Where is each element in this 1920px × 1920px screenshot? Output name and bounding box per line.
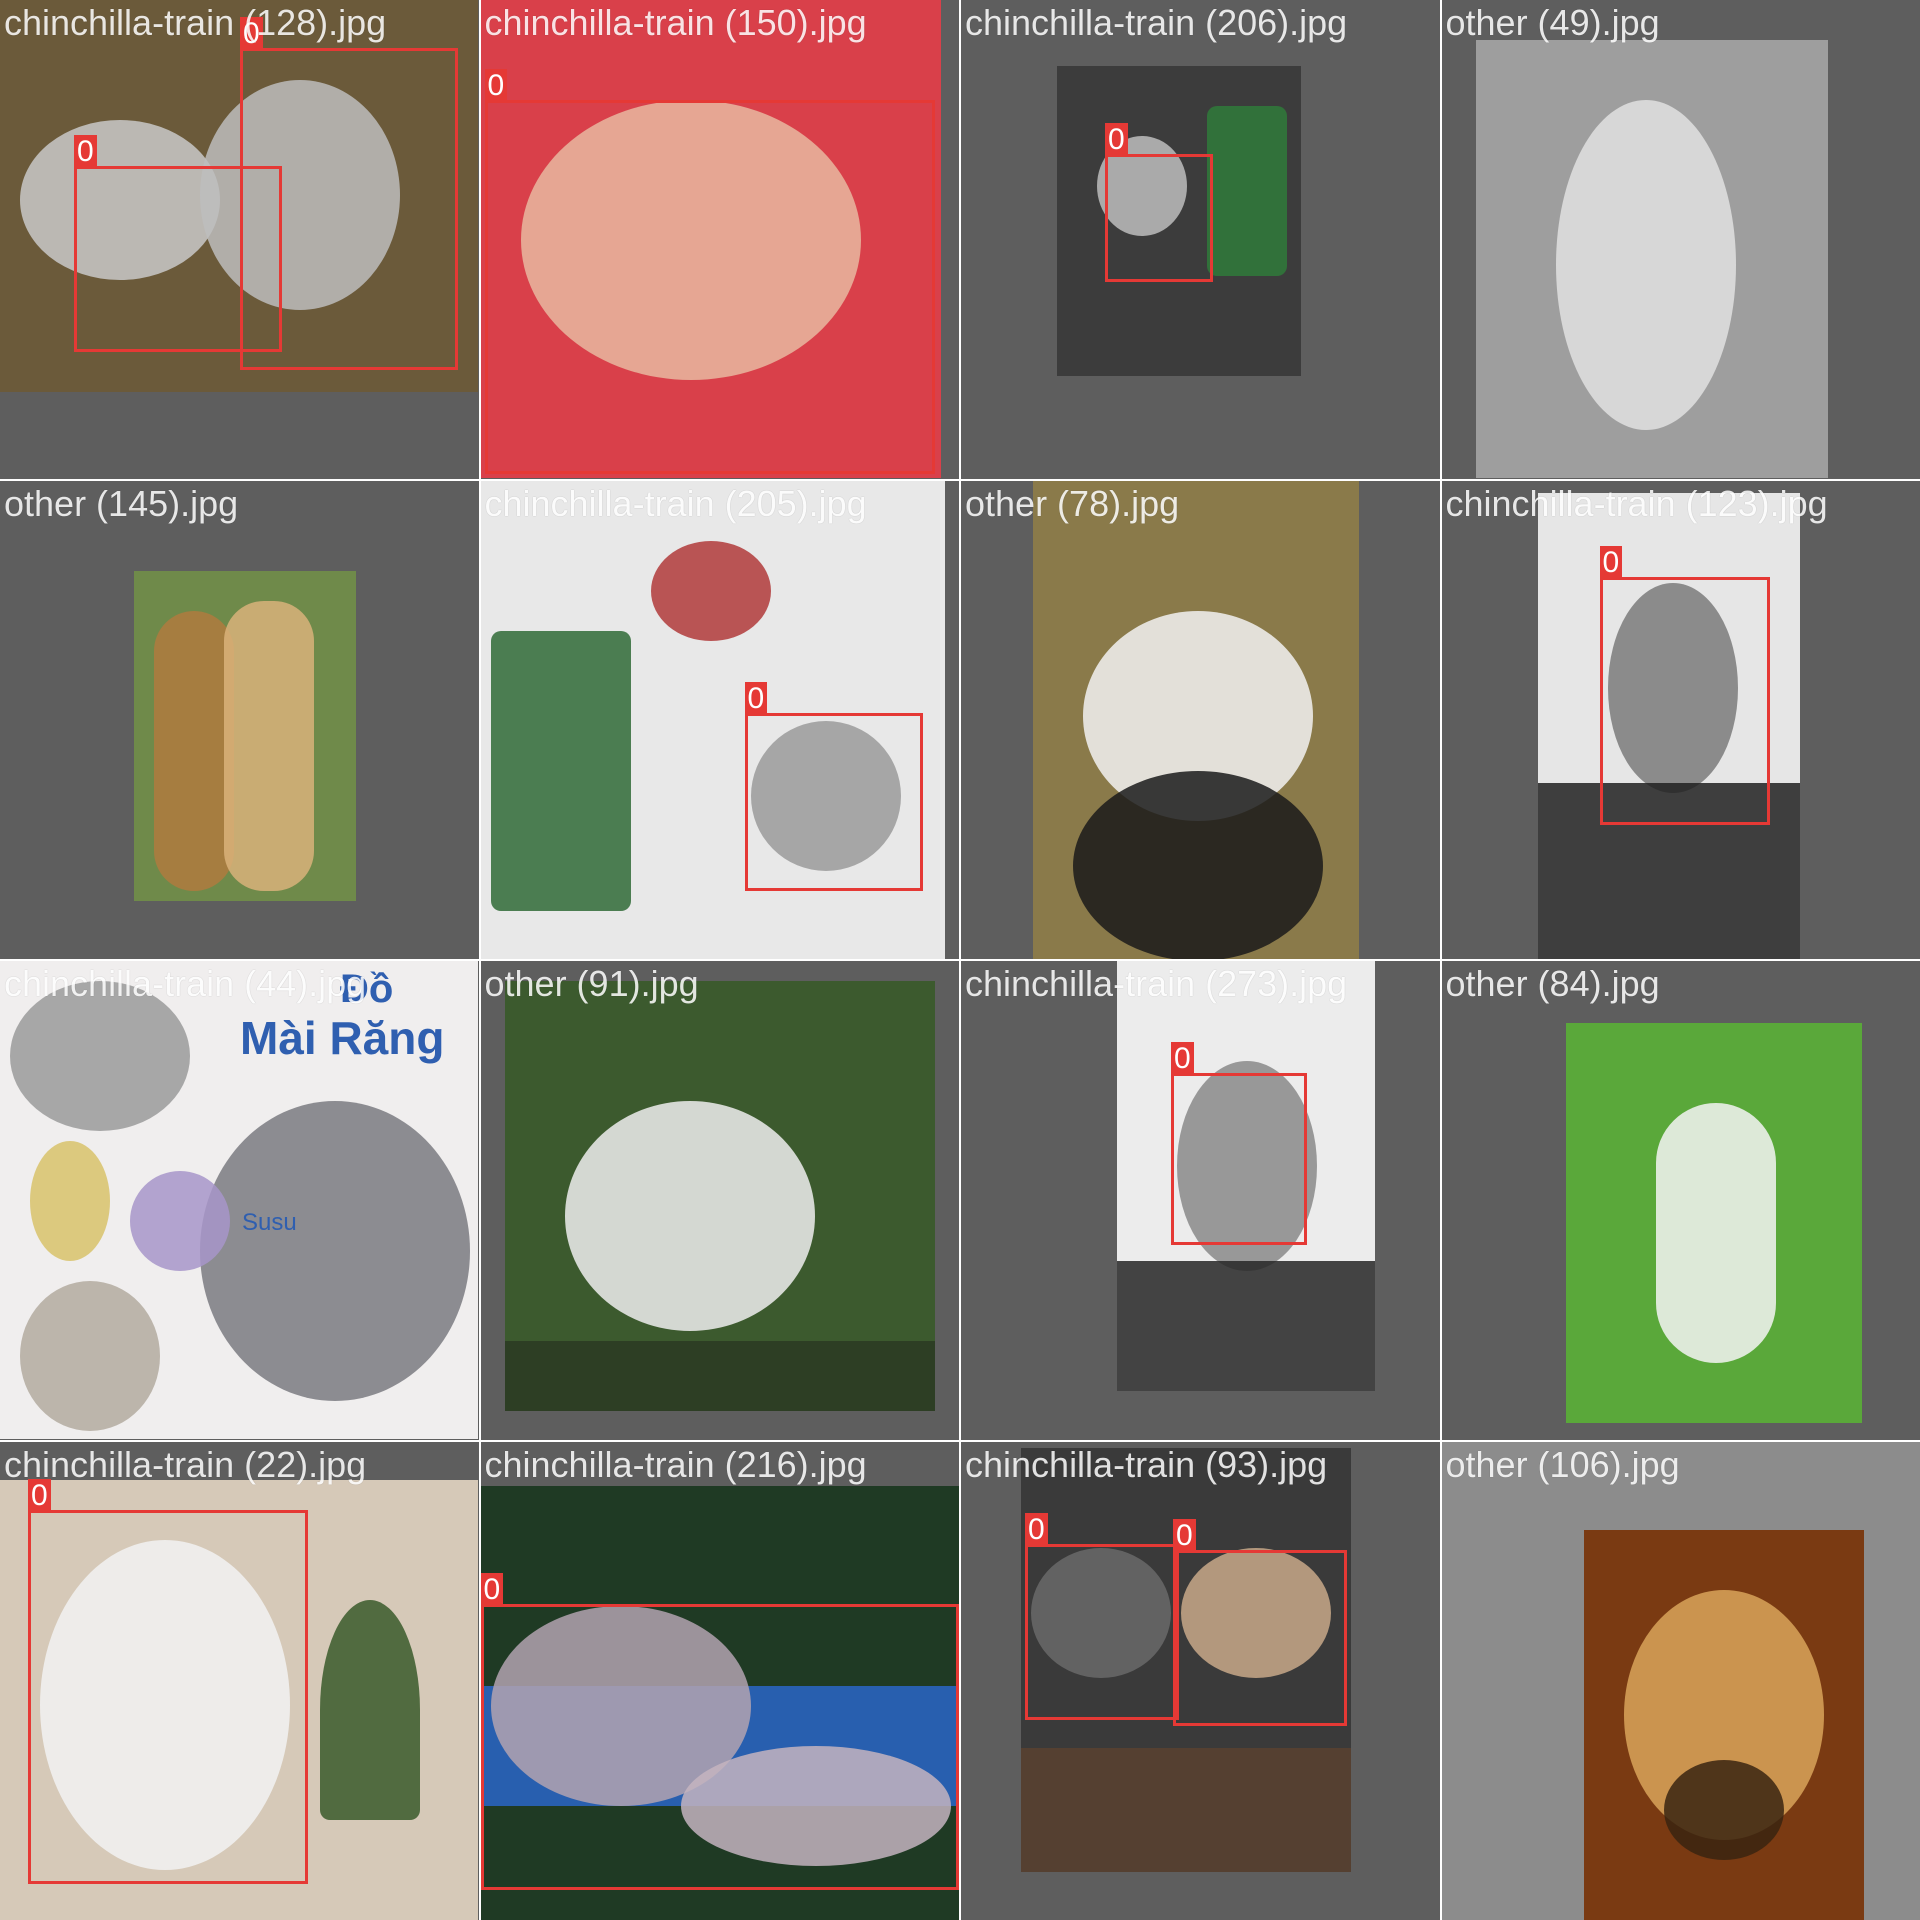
bounding-box-label: 0 xyxy=(480,1572,504,1607)
tile-filename: chinchilla-train (216).jpg xyxy=(484,1443,867,1485)
bounding-box: 0 xyxy=(484,69,935,474)
image-grid: 0 0 chinchilla-train (128).jpg 0 chinchi… xyxy=(0,0,1920,1920)
grid-tile[interactable]: 0 chinchilla-train (22).jpg xyxy=(0,1441,479,1920)
bounding-box: 0 xyxy=(480,1572,959,1890)
tile-filename: other (84).jpg xyxy=(1445,963,1660,1004)
tile-filename: chinchilla-train (206).jpg xyxy=(965,2,1348,43)
grid-tile[interactable]: Đồ Mài Răng Susu chinchilla-train (44).j… xyxy=(0,961,479,1440)
grid-tile[interactable]: 0 chinchilla-train (216).jpg xyxy=(480,1441,959,1920)
tile-filename: other (49).jpg xyxy=(1445,2,1660,43)
grid-tile[interactable]: other (84).jpg xyxy=(1441,961,1920,1440)
tile-photo xyxy=(134,570,356,901)
tile-filename: chinchilla-train (128).jpg xyxy=(4,2,387,43)
grid-tile[interactable]: other (91).jpg xyxy=(480,961,959,1440)
tile-photo xyxy=(1475,40,1828,478)
tile-filename: chinchilla-train (123).jpg xyxy=(1445,482,1828,524)
bounding-box-label: 0 xyxy=(1171,1042,1194,1076)
tile-filename: chinchilla-train (44).jpg xyxy=(4,963,367,1004)
tile-filename: chinchilla-train (205).jpg xyxy=(484,482,867,524)
tile-filename: other (145).jpg xyxy=(4,482,239,524)
tile-filename: other (78).jpg xyxy=(965,482,1180,524)
grid-tile[interactable]: 0 chinchilla-train (123).jpg xyxy=(1441,480,1920,959)
bounding-box: 0 xyxy=(744,681,923,891)
grid-tile[interactable]: other (145).jpg xyxy=(0,480,479,959)
grid-tile[interactable]: 0 0 chinchilla-train (128).jpg xyxy=(0,0,479,479)
grid-tile[interactable]: other (49).jpg xyxy=(1441,0,1920,479)
tile-filename: chinchilla-train (273).jpg xyxy=(965,963,1348,1004)
bounding-box: 0 xyxy=(1171,1042,1307,1245)
grid-tile[interactable]: other (78).jpg xyxy=(961,480,1440,959)
grid-tile[interactable]: 0 chinchilla-train (205).jpg xyxy=(480,480,959,959)
grid-tile[interactable]: 0 chinchilla-train (150).jpg xyxy=(480,0,959,479)
bounding-box: 0 xyxy=(1025,1512,1179,1720)
bounding-box-label: 0 xyxy=(1599,545,1623,580)
bounding-box-label: 0 xyxy=(1173,1518,1196,1553)
tile-photo xyxy=(1565,1023,1862,1423)
tile-filename: other (91).jpg xyxy=(484,963,699,1004)
bounding-box: 0 xyxy=(1105,123,1213,282)
poster-title-text: Mài Răng xyxy=(240,1012,445,1064)
bounding-box-label: 0 xyxy=(74,135,97,169)
tile-photo xyxy=(1583,1529,1864,1920)
grid-tile[interactable]: 0 chinchilla-train (206).jpg xyxy=(961,0,1440,479)
tile-filename: other (106).jpg xyxy=(1445,1443,1680,1485)
bounding-box-label: 0 xyxy=(1025,1512,1048,1547)
tile-photo xyxy=(1033,480,1359,959)
tile-filename: chinchilla-train (22).jpg xyxy=(4,1443,367,1485)
bounding-box: 0 xyxy=(1599,545,1770,825)
bounding-box: 0 xyxy=(1173,1518,1347,1726)
bounding-box: 0 xyxy=(28,1478,308,1884)
grid-tile[interactable]: other (106).jpg xyxy=(1441,1441,1920,1920)
grid-tile[interactable]: 0 chinchilla-train (273).jpg xyxy=(961,961,1440,1440)
bounding-box-label: 0 xyxy=(1105,123,1128,157)
tile-filename: chinchilla-train (93).jpg xyxy=(965,1443,1328,1485)
bounding-box: 0 xyxy=(74,135,282,352)
bounding-box-label: 0 xyxy=(484,69,508,103)
tile-filename: chinchilla-train (150).jpg xyxy=(484,2,867,43)
tile-photo xyxy=(504,981,935,1411)
poster-signature-text: Susu xyxy=(242,1209,297,1236)
bounding-box-label: 0 xyxy=(744,681,768,716)
grid-tile[interactable]: 0 0 chinchilla-train (93).jpg xyxy=(961,1441,1440,1920)
